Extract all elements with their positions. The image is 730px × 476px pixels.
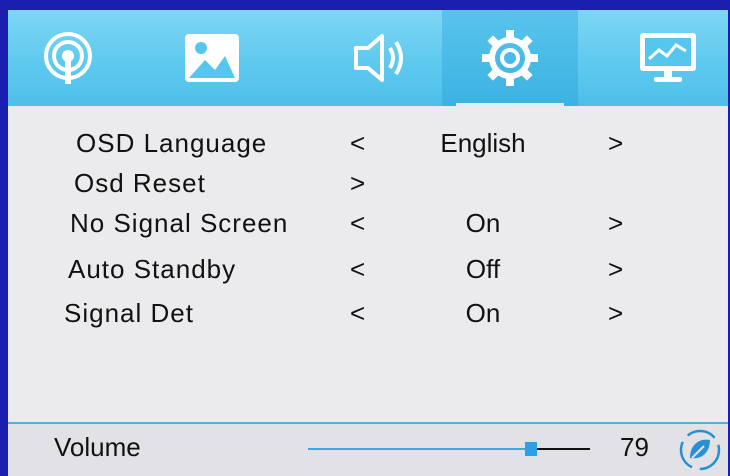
right-arrow[interactable]: > [608,298,623,329]
menu-row-osd-reset[interactable]: Osd Reset > [8,162,728,202]
left-arrow[interactable]: < [350,254,365,285]
menu-row-auto-standby[interactable]: Auto Standby < Off > [8,248,728,288]
menu-item-label: Osd Reset [74,168,206,198]
picture-icon [183,32,241,84]
enter-arrow[interactable]: > [350,168,365,199]
right-arrow[interactable]: > [608,208,623,239]
tab-setup[interactable] [442,10,578,106]
monitor-icon [638,31,698,85]
menu-item-value: On [465,208,501,238]
volume-value: 79 [620,432,649,462]
volume-slider[interactable] [308,442,590,456]
menu-item-label: OSD Language [76,128,268,158]
tab-monitor[interactable] [608,10,728,106]
tab-picture[interactable] [152,10,272,106]
menu-item-label: No Signal Screen [70,208,289,238]
tab-audio[interactable] [320,10,440,106]
menu-item-value: Off [465,254,501,284]
menu-row-no-signal-screen[interactable]: No Signal Screen < On > [8,202,728,242]
menu-row-osd-language[interactable]: OSD Language < English > [8,122,728,162]
gear-icon [480,28,540,88]
eco-leaf-icon [678,428,722,476]
osd-screen: OSD Language < English > Osd Reset > No … [8,10,728,476]
volume-slider-fill [308,448,531,450]
speaker-icon [352,32,408,84]
menu-item-value: English [440,128,526,158]
menu-item-label: Auto Standby [68,254,237,284]
volume-slider-rest [531,448,590,450]
tab-signal[interactable] [8,10,128,106]
tab-bar [8,10,728,106]
volume-label: Volume [54,432,141,462]
left-arrow[interactable]: < [350,208,365,239]
volume-bar: Volume 79 [8,424,728,476]
menu-row-signal-det[interactable]: Signal Det < On > [8,292,728,332]
left-arrow[interactable]: < [350,128,365,159]
menu-item-value: On [465,298,501,328]
volume-slider-thumb[interactable] [525,442,537,456]
left-arrow[interactable]: < [350,298,365,329]
right-arrow[interactable]: > [608,128,623,159]
signal-icon [40,30,96,86]
right-arrow[interactable]: > [608,254,623,285]
settings-menu: OSD Language < English > Osd Reset > No … [8,106,728,424]
menu-item-label: Signal Det [64,298,194,328]
